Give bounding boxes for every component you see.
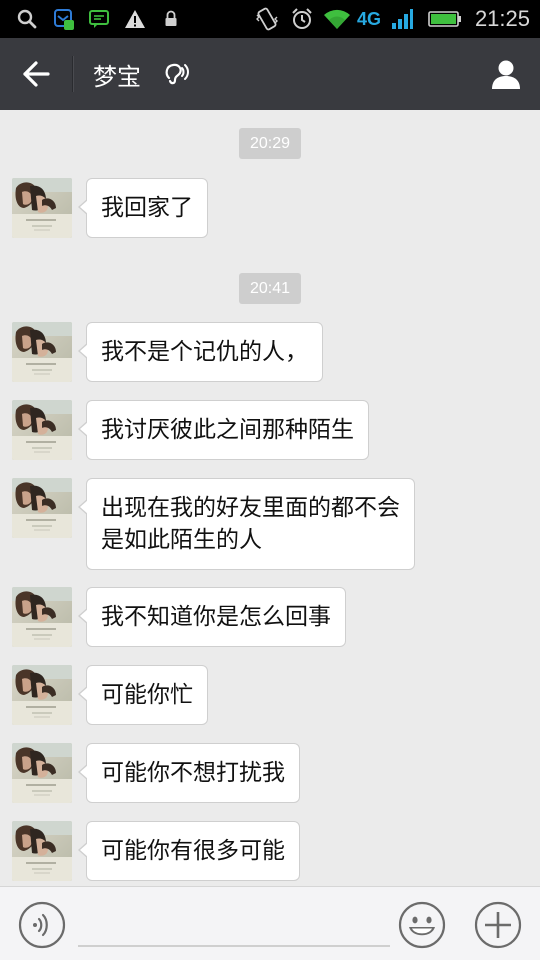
avatar-photo [12,821,72,881]
message-text: 可能你有很多可能 [101,838,285,864]
wifi-icon [322,0,352,38]
emoji-icon [398,901,446,949]
avatar[interactable] [12,587,72,647]
message-text-line: 出现在我的好友里面的都不会 [101,495,400,521]
avatar[interactable] [12,400,72,460]
message-bubble[interactable]: 我讨厌彼此之间那种陌生 [78,400,369,460]
earpiece-icon [165,63,189,85]
signal-icon [390,0,414,38]
avatar-photo [12,478,72,538]
search-icon [16,0,38,38]
profile-button[interactable] [484,52,528,96]
message-text: 我讨厌彼此之间那种陌生 [101,417,354,443]
status-time: 21:25 [474,6,530,31]
avatar[interactable] [12,178,72,238]
mail-icon [52,0,76,38]
message-bubble[interactable]: 可能你不想打扰我 [78,743,300,803]
message-text: 可能你不想打扰我 [101,760,285,786]
plus-icon [474,901,522,949]
lock-icon [164,0,178,38]
message-text-line: 是如此陌生的人 [101,527,262,553]
message-text: 我不知道你是怎么回事 [101,604,331,630]
back-button[interactable] [14,54,58,94]
network-type: 4G [357,8,382,29]
warning-icon [124,0,146,38]
alarm-icon [290,0,314,38]
time-stamp: 20:41 [239,273,301,304]
status-bar: 4G 21:25 [0,0,540,38]
message-input[interactable] [78,901,390,947]
plus-button[interactable] [474,901,522,949]
message-text: 我回家了 [101,195,193,221]
voice-icon [18,901,66,949]
message-text: 可能你忙 [101,682,193,708]
avatar[interactable] [12,821,72,881]
avatar-photo [12,178,72,238]
battery-icon [428,0,462,38]
chat-title: 梦宝 [93,62,141,91]
emoji-button[interactable] [398,901,446,949]
message-text: 我不是个记仇的人， [101,339,308,365]
message-bubble[interactable]: 可能你忙 [78,665,208,725]
message-bubble[interactable]: 我不知道你是怎么回事 [78,587,346,647]
chat-header: 梦宝 [0,38,540,110]
message-bubble[interactable]: 可能你有很多可能 [78,821,300,881]
avatar-photo [12,665,72,725]
vibrate-icon [254,0,280,38]
avatar-photo [12,743,72,803]
avatar[interactable] [12,322,72,382]
avatar-photo [12,587,72,647]
message-bubble[interactable]: 出现在我的好友里面的都不会 是如此陌生的人 [78,478,415,570]
avatar[interactable] [12,665,72,725]
avatar[interactable] [12,743,72,803]
back-arrow-icon [23,61,50,87]
message-bubble[interactable]: 我回家了 [78,178,208,238]
message-list[interactable]: 20:29 我回家了 20:41 我不是个记仇的人， 我讨厌彼此之间那种陌生 出… [0,110,540,886]
time-stamp: 20:29 [239,128,301,159]
header-divider [72,56,73,92]
avatar[interactable] [12,478,72,538]
avatar-photo [12,322,72,382]
input-bar [0,886,540,960]
message-bubble[interactable]: 我不是个记仇的人， [78,322,323,382]
voice-button[interactable] [18,901,66,949]
chat-icon [88,0,110,38]
person-icon [492,60,520,89]
avatar-photo [12,400,72,460]
